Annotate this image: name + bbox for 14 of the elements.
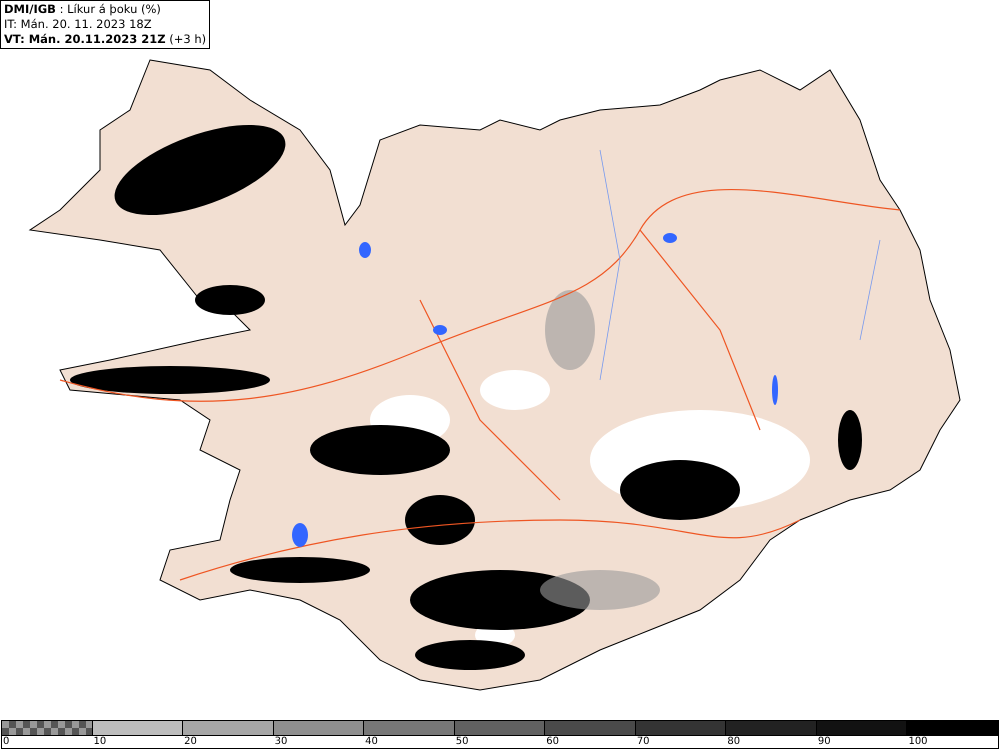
legend-tick-label: 20 <box>183 736 197 748</box>
legend-tick-label: 10 <box>92 736 106 748</box>
legend-tick-label: 100 <box>907 736 928 748</box>
info-text: DMI/IGB : Líkur á þoku (%) <box>4 2 162 17</box>
legend-tick-label: 40 <box>364 736 378 748</box>
legend-tick-label: 90 <box>816 736 831 748</box>
legend-tick-label: 70 <box>636 736 650 748</box>
legend-tick-label: 60 <box>545 736 559 748</box>
info-text: VT: Mán. 20.11.2023 21Z (+3 h) <box>4 32 206 47</box>
legend-tick-label: 30 <box>274 736 288 748</box>
legend-tick-label: 50 <box>454 736 468 748</box>
legend-tick-label: 0 <box>2 736 10 748</box>
info-text: IT: Mán. 20. 11. 2023 18Z <box>4 17 153 32</box>
legend-tick-label: 80 <box>726 736 740 748</box>
